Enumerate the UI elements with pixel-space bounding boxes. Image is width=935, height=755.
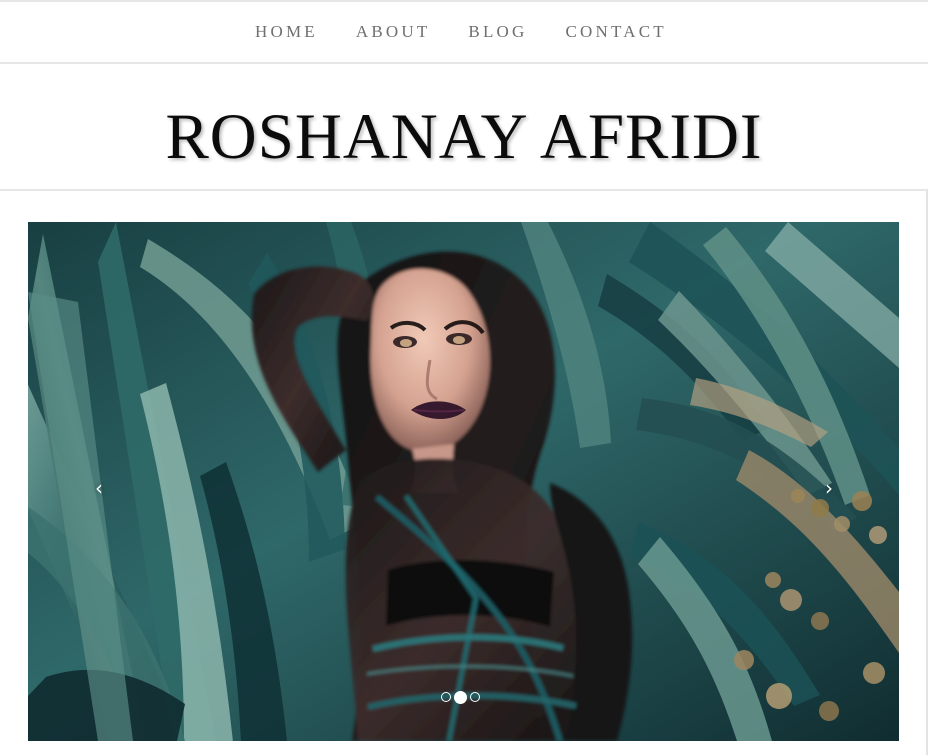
image-slider[interactable]: ‹ › bbox=[28, 222, 899, 741]
page-frame: HOME ABOUT BLOG CONTACT ROSHANAY AFRIDI bbox=[0, 0, 928, 755]
slider-prev-arrow-icon[interactable]: ‹ bbox=[90, 474, 108, 502]
nav-home-link[interactable]: HOME bbox=[255, 22, 318, 42]
nav-blog-link[interactable]: BLOG bbox=[468, 22, 527, 42]
top-navigation: HOME ABOUT BLOG CONTACT bbox=[0, 0, 928, 64]
slide-dot-2[interactable] bbox=[454, 691, 467, 704]
site-title[interactable]: ROSHANAY AFRIDI bbox=[0, 102, 928, 172]
slider-next-arrow-icon[interactable]: › bbox=[820, 474, 838, 502]
site-header: ROSHANAY AFRIDI bbox=[0, 64, 928, 191]
slider-pagination bbox=[441, 691, 480, 704]
slide-dot-1[interactable] bbox=[441, 692, 451, 702]
slide-dot-3[interactable] bbox=[470, 692, 480, 702]
nav-about-link[interactable]: ABOUT bbox=[356, 22, 431, 42]
slide-image-portrait bbox=[28, 222, 899, 741]
nav-contact-link[interactable]: CONTACT bbox=[566, 22, 667, 42]
nav-list: HOME ABOUT BLOG CONTACT bbox=[255, 22, 667, 42]
